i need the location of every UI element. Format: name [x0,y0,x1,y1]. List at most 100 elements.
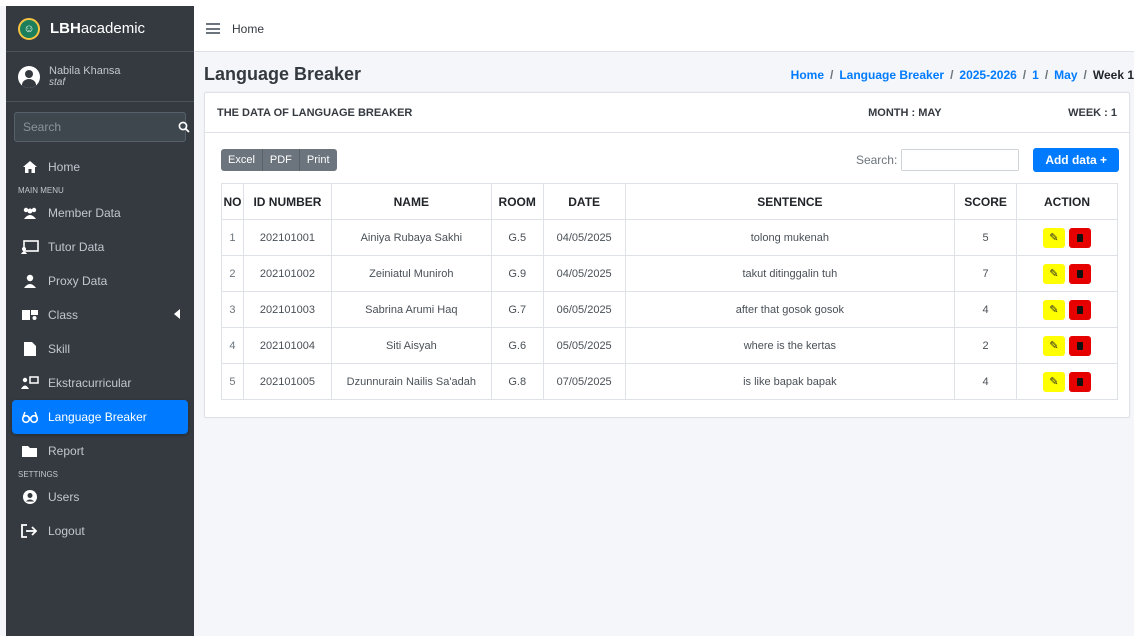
breadcrumb-separator: / [830,68,834,82]
cell-sentence: tolong mukenah [624,219,956,256]
sidebar-item-proxy-data[interactable]: Proxy Data [12,264,188,298]
avatar-icon [18,65,40,88]
sidebar: ☺ LBHacademic Nabila Khansa staf Home MA… [6,6,194,636]
col-header-name[interactable]: NAME [330,183,492,220]
cell-score: 4 [954,291,1018,328]
breadcrumb-home[interactable]: Home [791,68,824,82]
cell-date: 05/05/2025 [542,327,626,364]
nav-header-settings: SETTINGS [18,470,59,479]
cell-room: G.7 [490,291,544,328]
edit-icon[interactable]: ✎ [1043,263,1066,284]
cell-score: 7 [954,255,1018,292]
sidebar-item-home[interactable]: Home [12,150,188,184]
print-button[interactable]: Print [299,149,337,171]
sidebar-item-class[interactable]: Class [12,298,188,332]
col-header-date[interactable]: DATE [542,183,626,220]
breadcrumb-month[interactable]: May [1054,68,1077,82]
topbar-home-link[interactable]: Home [232,22,264,36]
topbar: Home [194,6,1134,52]
col-header-room[interactable]: ROOM [490,183,544,220]
glasses-icon [20,409,40,425]
sidebar-item-tutor-data[interactable]: Tutor Data [12,230,188,264]
col-header-sentence[interactable]: SENTENCE [624,183,956,220]
brand-name: LBHacademic [50,20,146,37]
brand[interactable]: ☺ LBHacademic [6,6,194,52]
col-header-id-number[interactable]: ID NUMBER [242,183,332,220]
breadcrumb-language-breaker[interactable]: Language Breaker [839,68,944,82]
menu-toggle-icon[interactable] [206,23,220,34]
edit-icon[interactable]: ✎ [1043,299,1066,320]
cell-name: Sabrina Arumi Haq [330,291,492,328]
users-icon [20,205,40,221]
breadcrumb-week: Week 1 [1092,68,1134,82]
cell-sentence: takut ditinggalin tuh [624,255,956,292]
chalkboard-icon [20,239,40,255]
sidebar-item-users[interactable]: Users [12,480,188,514]
cell-action: ✎ [1016,327,1118,364]
table-row: 1 202101001 Ainiya Rubaya Sakhi G.5 04/0… [221,219,1118,256]
edit-icon[interactable]: ✎ [1043,335,1066,356]
trash-icon[interactable] [1069,371,1092,392]
card-month: MONTH : MAY [868,106,942,119]
cell-name: Siti Aisyah [330,327,492,364]
cell-name: Dzunnurain Nailis Sa'adah [330,363,492,400]
breadcrumb-year[interactable]: 2025-2026 [959,68,1016,82]
trash-icon[interactable] [1069,335,1092,356]
trash-icon[interactable] [1069,263,1092,284]
edit-icon[interactable]: ✎ [1043,371,1066,392]
language-breaker-table: NO ID NUMBER NAME ROOM DATE SENTENCE SCO… [221,183,1118,400]
user-panel[interactable]: Nabila Khansa staf [6,52,194,102]
search-icon[interactable] [178,113,190,141]
sidebar-nav: Home MAIN MENU Member Data Tutor Data Pr… [6,150,194,548]
pdf-button[interactable]: PDF [262,149,300,171]
sitemap-icon [20,375,40,391]
sidebar-item-language-breaker[interactable]: Language Breaker [12,400,188,434]
card-week: WEEK : 1 [1068,106,1117,119]
folder-icon [20,443,40,459]
edit-icon[interactable]: ✎ [1043,227,1066,248]
cell-score: 5 [954,219,1018,256]
excel-button[interactable]: Excel [221,149,263,171]
trash-icon[interactable] [1069,227,1092,248]
cell-id-number: 202101002 [242,255,332,292]
sidebar-search [14,112,190,142]
sidebar-item-skill[interactable]: Skill [12,332,188,366]
table-search-input[interactable] [901,149,1020,171]
breadcrumb: Home / Language Breaker / 2025-2026 / 1 … [791,68,1134,82]
breadcrumb-separator: / [1044,68,1049,82]
col-header-no[interactable]: NO [221,183,244,220]
sidebar-item-report[interactable]: Report [12,434,188,468]
col-header-score[interactable]: SCORE [954,183,1018,220]
breadcrumb-separator: / [950,68,954,82]
cell-id-number: 202101001 [242,219,332,256]
cell-no: 5 [221,363,244,400]
table-header-row: NO ID NUMBER NAME ROOM DATE SENTENCE SCO… [221,183,1118,220]
sidebar-item-ekstracurricular[interactable]: Ekstracurricular [12,366,188,400]
breadcrumb-separator: / [1022,68,1027,82]
sidebar-search-input[interactable] [15,113,178,141]
cell-action: ✎ [1016,255,1118,292]
sidebar-item-member-data[interactable]: Member Data [12,196,188,230]
breadcrumb-separator: / [1083,68,1087,82]
cell-date: 04/05/2025 [542,255,626,292]
export-button-group: Excel PDF Print [221,149,337,171]
breadcrumb-semester[interactable]: 1 [1032,68,1039,82]
cell-date: 06/05/2025 [542,291,626,328]
nav-header-main-menu: MAIN MENU [18,186,64,195]
card-header: THE DATA OF LANGUAGE BREAKER MONTH : MAY… [205,93,1129,133]
cell-no: 4 [221,327,244,364]
user-name: Nabila Khansa [49,64,121,77]
user-circle-icon [20,489,40,505]
cell-no: 1 [221,219,244,256]
cell-no: 3 [221,291,244,328]
cell-name: Zeiniatul Muniroh [330,255,492,292]
trash-icon[interactable] [1069,299,1092,320]
table-search-label: Search: [855,153,898,167]
user-tie-icon [20,273,40,289]
add-data-button[interactable]: Add data + [1033,148,1119,172]
sidebar-item-logout[interactable]: Logout [12,514,188,548]
class-icon [20,307,40,323]
cell-id-number: 202101003 [242,291,332,328]
page-title: Language Breaker [204,64,362,84]
user-role: staf [49,77,66,89]
